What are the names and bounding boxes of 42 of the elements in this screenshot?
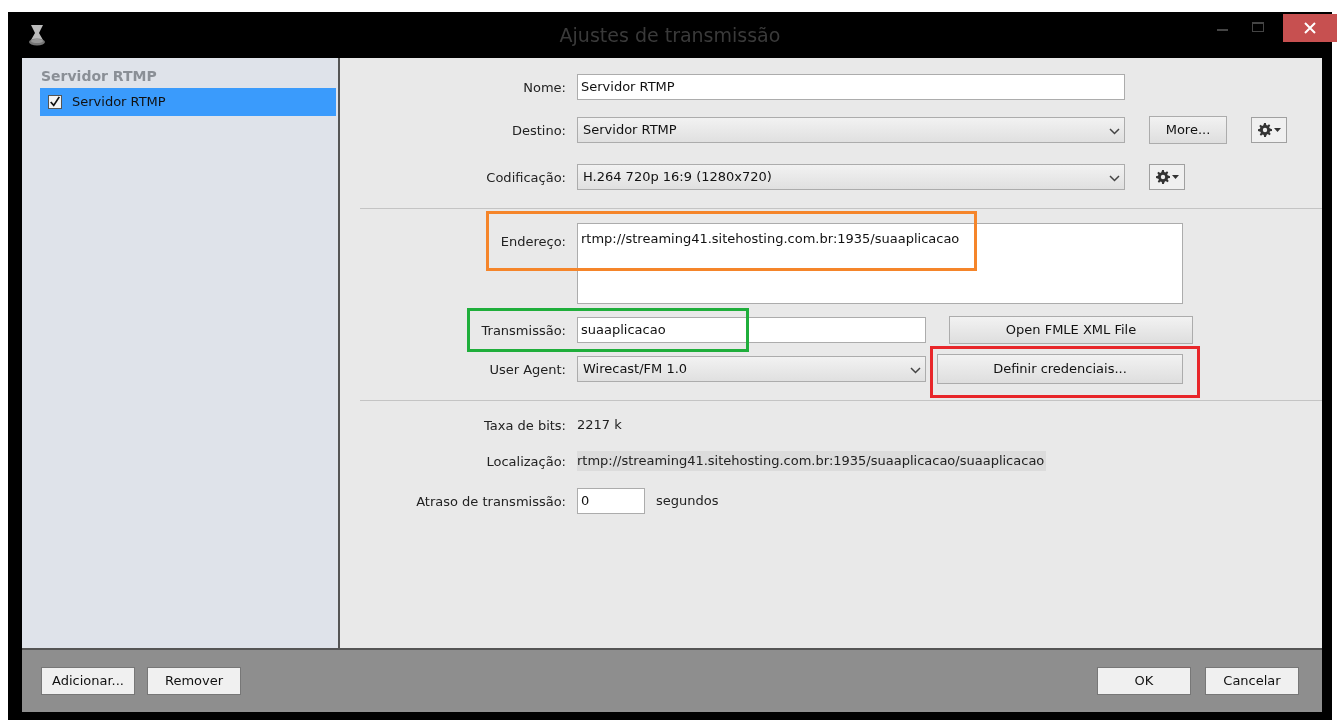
caret-icon (1273, 128, 1281, 132)
footer-button[interactable]: OK (1097, 667, 1191, 695)
chevron-down-icon (910, 367, 921, 374)
unit-label: segundos (656, 492, 719, 511)
caret-icon (1171, 175, 1179, 179)
field-label: Atraso de transmissão: (416, 494, 566, 509)
credentials-button[interactable]: Definir credenciais... (937, 354, 1183, 384)
close-button[interactable] (1283, 14, 1337, 42)
field-label: Taxa de bits: (483, 418, 566, 433)
location-value: rtmp://streaming41.sitehosting.com.br:1935/suaaplicacao/suaaplicacao (577, 451, 1047, 471)
settings-button[interactable] (1251, 117, 1287, 143)
settings-button[interactable] (1149, 164, 1185, 190)
checkbox[interactable] (48, 95, 62, 109)
input-field[interactable]: Servidor RTMP (577, 74, 1125, 100)
input-field[interactable]: suaaplicacao (577, 317, 926, 343)
dropdown[interactable]: Servidor RTMP (577, 117, 1125, 143)
field-label: Endereço: (500, 234, 566, 249)
app-icon (28, 24, 46, 46)
dropdown[interactable]: H.264 720p 16:9 (1280x720) (577, 164, 1125, 190)
input-field[interactable]: 0 (577, 488, 645, 514)
gear-icon (1257, 123, 1272, 137)
bitrate-value: 2217 k (577, 416, 622, 435)
gear-icon (1155, 170, 1170, 184)
sidebar-item[interactable]: Servidor RTMP (40, 88, 336, 116)
field-label: Localização: (486, 454, 566, 469)
window-title: Ajustes de transmissão (559, 22, 781, 48)
field-label: User Agent: (489, 362, 566, 377)
chevron-down-icon (1109, 175, 1120, 182)
chevron-down-icon (1109, 128, 1120, 135)
field-label: Transmissão: (481, 323, 566, 338)
dropdown[interactable]: Wirecast/FM 1.0 (577, 356, 926, 382)
footer-button[interactable]: Cancelar (1205, 667, 1299, 695)
field-label: Nome: (523, 80, 566, 95)
field-label: Destino: (511, 123, 566, 138)
footer-button[interactable]: Adicionar... (41, 667, 135, 695)
field-label: Codificação: (486, 170, 566, 185)
open-file-button[interactable]: Open FMLE XML File (949, 316, 1193, 344)
close-icon (1304, 22, 1316, 34)
sidebar-heading: Servidor RTMP (41, 68, 157, 84)
address-field[interactable]: rtmp://streaming41.sitehosting.com.br:1935/suaaplicacao (577, 223, 1183, 304)
more-button[interactable]: More... (1149, 116, 1227, 144)
footer-button[interactable]: Remover (147, 667, 241, 695)
